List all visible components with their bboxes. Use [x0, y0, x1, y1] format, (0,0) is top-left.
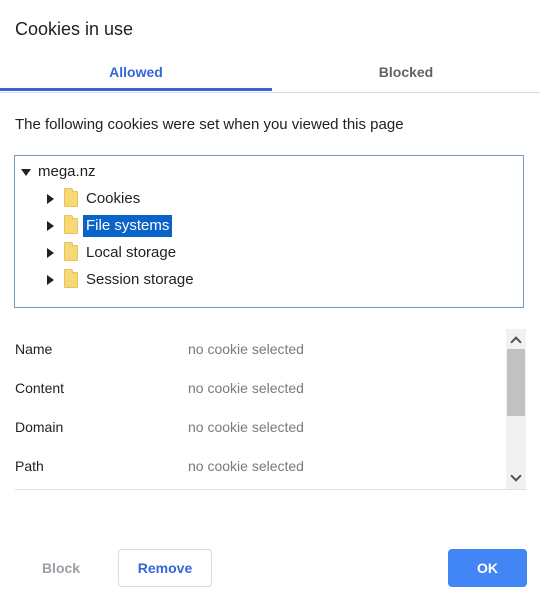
- remove-button[interactable]: Remove: [118, 549, 212, 587]
- tree-item-local-storage[interactable]: Local storage: [47, 241, 179, 265]
- detail-label: Path: [15, 458, 44, 474]
- scroll-up-arrow-icon[interactable]: [506, 331, 526, 349]
- tree-item-file-systems[interactable]: File systems: [47, 214, 173, 238]
- tree-item-label[interactable]: Session storage: [83, 269, 197, 291]
- cookies-dialog: Cookies in use Allowed Blocked The follo…: [0, 0, 540, 603]
- ok-button[interactable]: OK: [448, 549, 527, 587]
- tree-root-label[interactable]: mega.nz: [35, 161, 99, 183]
- tree-item-label[interactable]: Cookies: [83, 188, 143, 210]
- tree-item-label[interactable]: Local storage: [83, 242, 179, 264]
- detail-label: Name: [15, 341, 53, 357]
- collapse-triangle-icon[interactable]: [47, 275, 54, 285]
- folder-icon: [64, 242, 78, 261]
- scroll-thumb[interactable]: [507, 349, 525, 416]
- dialog-title: Cookies in use: [15, 19, 134, 39]
- tab-bar: Allowed Blocked: [0, 56, 540, 93]
- expand-triangle-icon[interactable]: [21, 168, 31, 176]
- detail-value: no cookie selected: [188, 458, 304, 474]
- tree-item-cookies[interactable]: Cookies: [47, 187, 143, 211]
- block-button[interactable]: Block: [24, 549, 98, 587]
- tab-allowed[interactable]: Allowed: [0, 56, 272, 91]
- details-scrollbar[interactable]: [506, 329, 526, 489]
- detail-label: Content: [15, 380, 65, 396]
- detail-value: no cookie selected: [188, 341, 304, 357]
- tab-blocked[interactable]: Blocked: [272, 56, 540, 90]
- detail-value: no cookie selected: [188, 419, 304, 435]
- collapse-triangle-icon[interactable]: [47, 221, 54, 231]
- folder-icon: [64, 215, 78, 234]
- cookie-details-panel: Name no cookie selected Content no cooki…: [15, 329, 527, 490]
- tree-root-row[interactable]: mega.nz: [21, 160, 99, 184]
- folder-icon: [64, 269, 78, 288]
- tree-item-session-storage[interactable]: Session storage: [47, 268, 197, 292]
- tree-item-label[interactable]: File systems: [83, 215, 173, 237]
- collapse-triangle-icon[interactable]: [47, 248, 54, 258]
- cookie-tree[interactable]: mega.nz Cookies File systems Local stora…: [14, 155, 524, 308]
- scroll-down-arrow-icon[interactable]: [506, 469, 526, 487]
- detail-label: Domain: [15, 419, 64, 435]
- folder-icon: [64, 188, 78, 207]
- collapse-triangle-icon[interactable]: [47, 194, 54, 204]
- intro-text: The following cookies were set when you …: [15, 116, 404, 133]
- detail-value: no cookie selected: [188, 380, 304, 396]
